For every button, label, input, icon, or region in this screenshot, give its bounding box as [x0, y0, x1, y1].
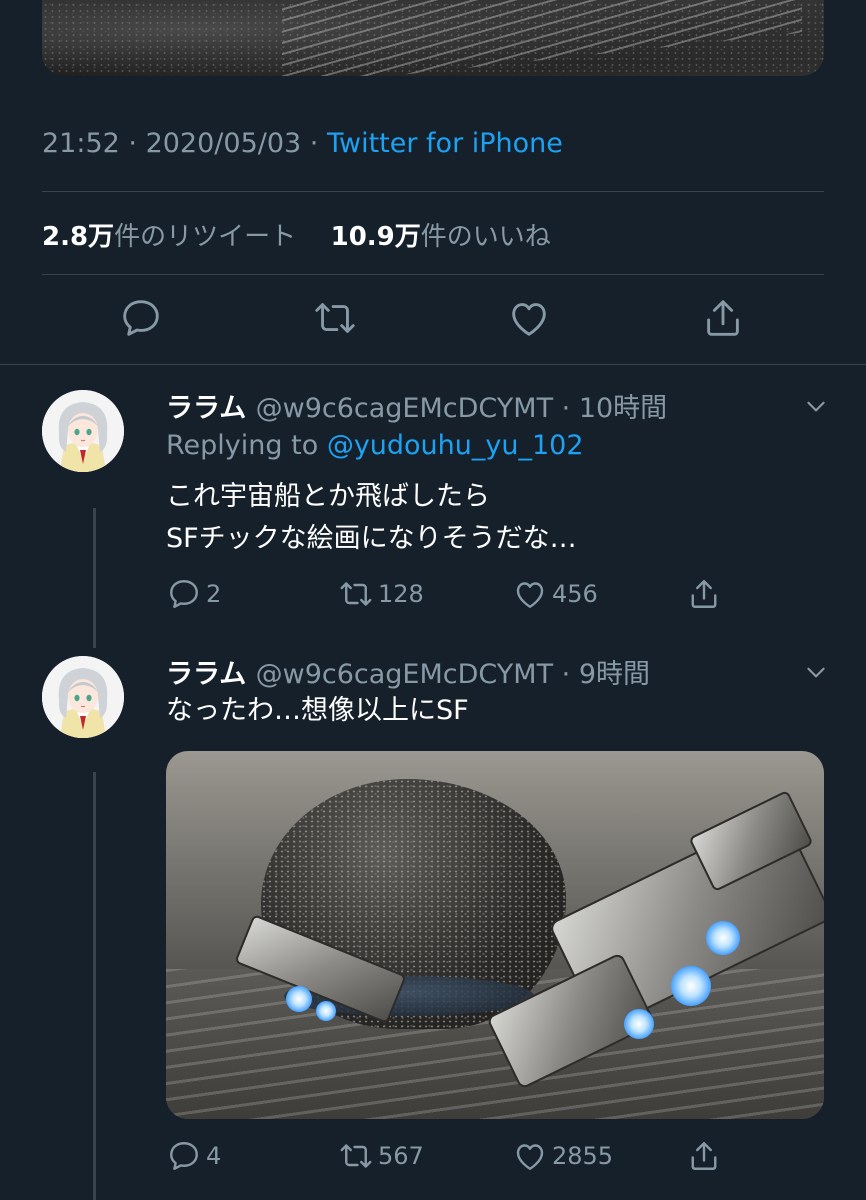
reply-icon	[170, 1142, 198, 1170]
retweets-stat[interactable]: 2.8万件のリツイート	[42, 222, 304, 252]
like-count: 456	[552, 580, 598, 608]
like-icon	[512, 303, 546, 336]
tweet-menu-button[interactable]	[803, 659, 829, 685]
share-icon	[707, 300, 739, 336]
like-icon	[516, 1144, 544, 1170]
tweet-time-ago: 10時間	[578, 393, 668, 424]
photo-engine-glow	[706, 921, 740, 955]
caret-down-icon	[807, 667, 825, 678]
photo-engine-glow	[316, 1001, 336, 1021]
main-tweet-actions	[0, 295, 866, 351]
replying-to-mention[interactable]: @yudouhu_yu_102	[327, 430, 584, 461]
likes-count: 10.9万	[330, 222, 421, 252]
retweet-count: 128	[378, 580, 424, 608]
avatar[interactable]	[42, 390, 124, 472]
photo-engine-glow	[286, 986, 312, 1012]
divider	[42, 274, 824, 275]
retweet-button[interactable]: 128	[338, 576, 424, 612]
like-icon	[516, 582, 544, 608]
share-button[interactable]	[686, 1138, 726, 1174]
retweets-label: 件のリツイート	[114, 222, 297, 252]
tweet-photo-top[interactable]	[42, 0, 824, 76]
share-button[interactable]	[700, 295, 746, 341]
tweet-date: 2020/05/03	[145, 128, 302, 159]
avatar-illustration	[42, 390, 124, 472]
photo-engine-glow	[671, 966, 711, 1006]
divider	[42, 191, 824, 192]
reply-2-header: ララム @w9c6cagEMcDCYMT · 9時間	[166, 659, 651, 690]
thread-connector	[93, 508, 96, 648]
reply-icon	[123, 300, 159, 336]
photo-engine-glow	[624, 1009, 654, 1039]
photo-texture	[42, 0, 824, 76]
tweet-menu-button[interactable]	[803, 393, 829, 419]
divider	[0, 364, 866, 365]
tweet-photo-spaceship[interactable]	[166, 751, 824, 1119]
retweets-count: 2.8万	[42, 222, 115, 252]
like-count: 2855	[552, 1142, 614, 1170]
reply-button[interactable]: 2	[166, 576, 221, 612]
reply-button[interactable]	[118, 295, 164, 341]
tweet-text-line: なったわ…想像以上にSF	[166, 695, 469, 726]
retweet-button[interactable]	[312, 295, 358, 341]
reply-icon	[170, 580, 198, 608]
tweet-text: なったわ…想像以上にSF	[166, 690, 469, 732]
tweet-stats: 2.8万件のリツイート 10.9万件のいいね	[42, 216, 551, 253]
like-button[interactable]: 456	[512, 576, 598, 612]
tweet-text-line: SFチックな絵画になりそうだな…	[166, 523, 577, 554]
thread-connector	[93, 772, 96, 1200]
avatar-illustration	[42, 656, 124, 738]
share-icon	[691, 1142, 717, 1170]
reply-count: 2	[206, 580, 222, 608]
tweet-time: 21:52	[42, 128, 120, 159]
user-handle[interactable]: @w9c6cagEMcDCYMT	[256, 393, 553, 424]
retweet-icon	[340, 582, 372, 606]
tweet-source-link[interactable]: Twitter for iPhone	[327, 128, 563, 159]
avatar[interactable]	[42, 656, 124, 738]
tweet-text-line: これ宇宙船とか飛ばしたら	[166, 481, 490, 512]
display-name[interactable]: ララム	[166, 393, 246, 424]
likes-label: 件のいいね	[420, 222, 551, 252]
likes-stat[interactable]: 10.9万件のいいね	[331, 222, 551, 252]
retweet-icon	[340, 1144, 372, 1168]
user-handle[interactable]: @w9c6cagEMcDCYMT	[256, 659, 553, 690]
display-name[interactable]: ララム	[166, 659, 246, 690]
tweet-meta: 21:52 · 2020/05/03 · Twitter for iPhone	[42, 128, 563, 159]
share-icon	[691, 580, 717, 608]
reply-count: 4	[206, 1142, 222, 1170]
tweet-text: これ宇宙船とか飛ばしたら SFチックな絵画になりそうだな…	[166, 476, 577, 560]
like-button[interactable]	[506, 295, 552, 341]
reply-button[interactable]: 4	[166, 1138, 221, 1174]
retweet-icon	[315, 303, 355, 333]
share-button[interactable]	[686, 576, 726, 612]
tweet-time-ago: 9時間	[578, 659, 651, 690]
replying-to-label: Replying to	[166, 430, 319, 461]
replying-to: Replying to @yudouhu_yu_102	[166, 430, 584, 461]
retweet-button[interactable]: 567	[338, 1138, 424, 1174]
caret-down-icon	[807, 401, 825, 412]
retweet-count: 567	[378, 1142, 424, 1170]
reply-1-header: ララム @w9c6cagEMcDCYMT · 10時間	[166, 393, 668, 424]
like-button[interactable]: 2855	[512, 1138, 613, 1174]
